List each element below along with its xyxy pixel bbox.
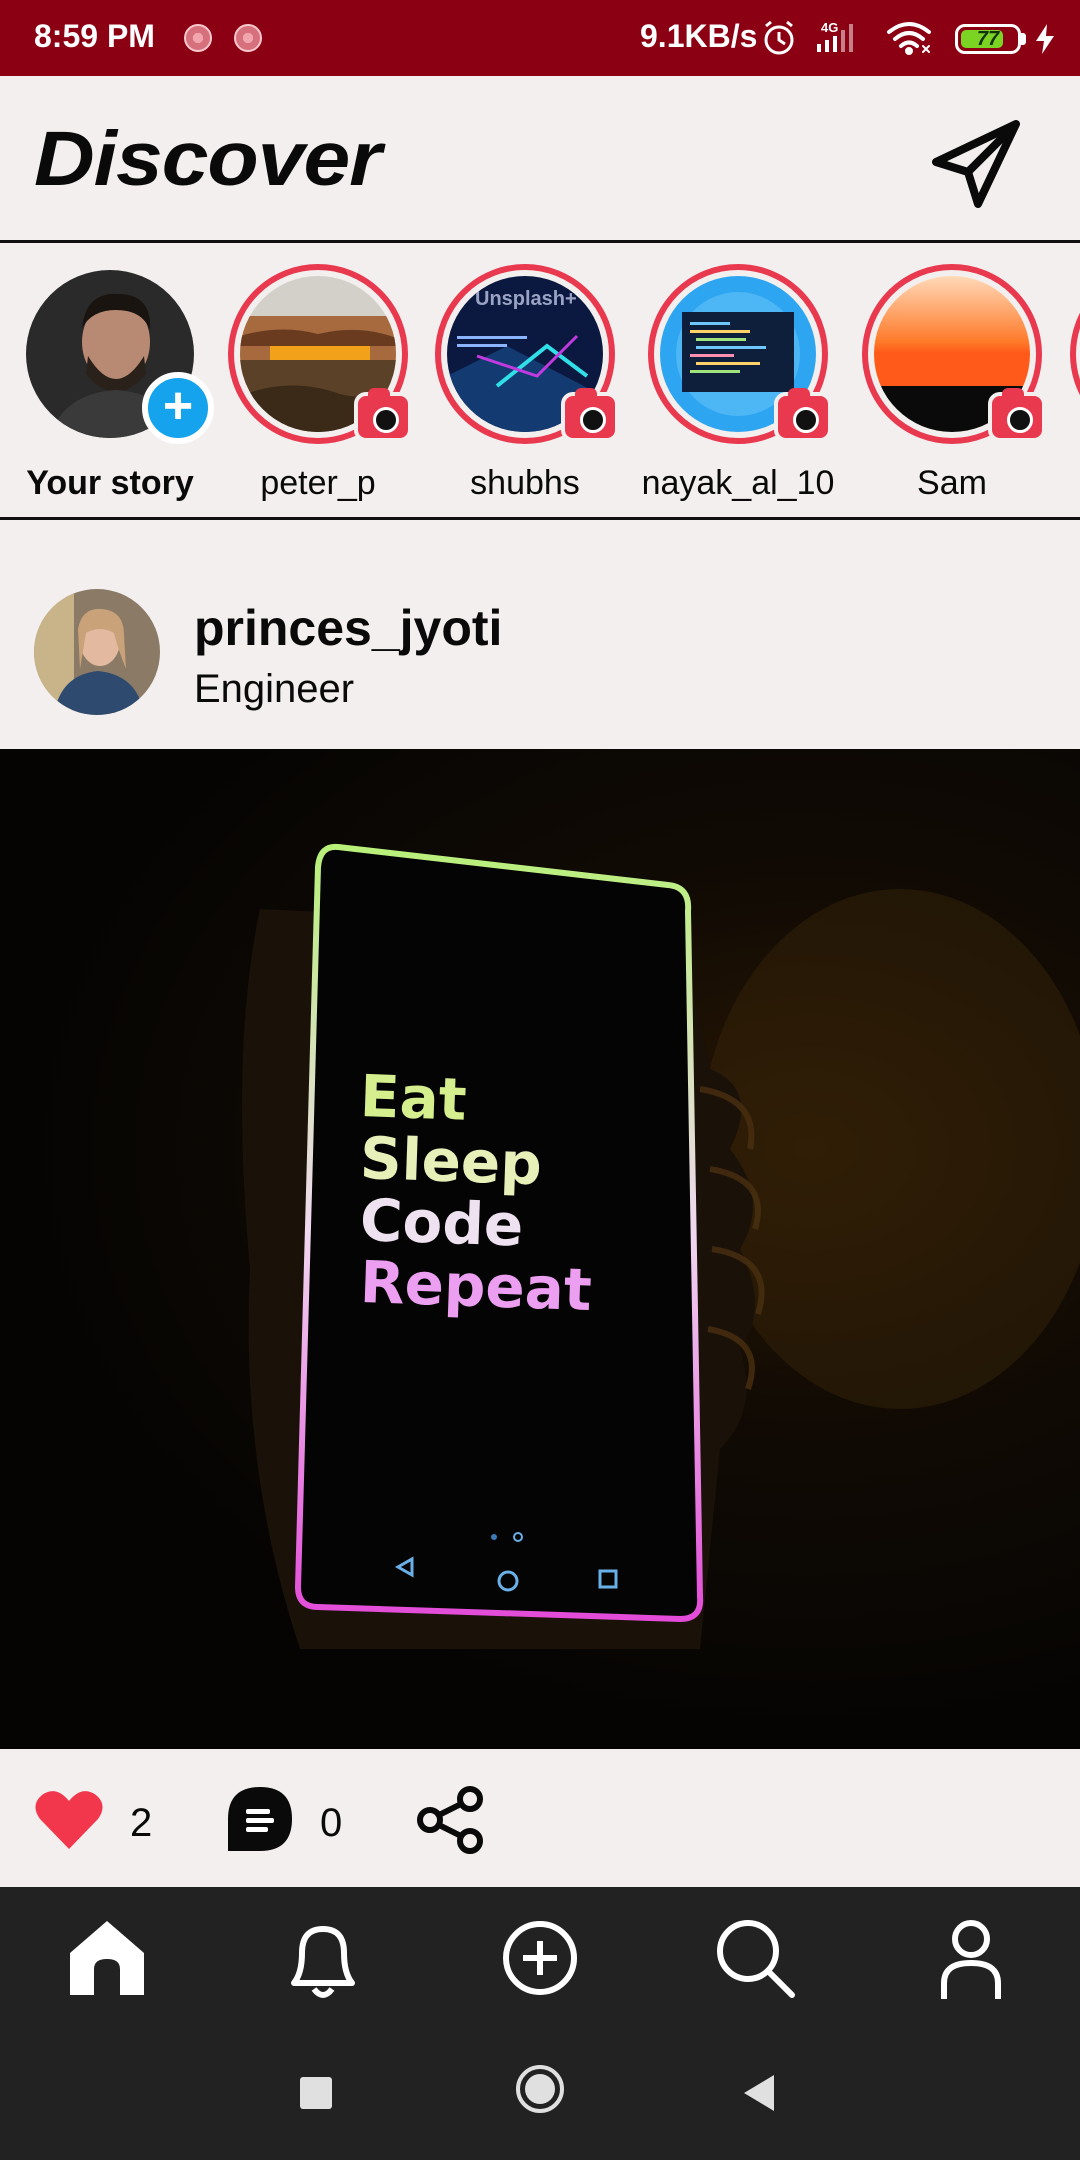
share-icon — [417, 1786, 483, 1854]
signal-icon: 4G — [817, 20, 853, 52]
like-count: 2 — [130, 1801, 153, 1845]
comment-button[interactable] — [226, 1785, 294, 1853]
search-icon — [717, 1920, 795, 1998]
add-story-button[interactable]: + — [142, 372, 214, 444]
page-title: Discover — [34, 114, 382, 202]
story-shubhs[interactable]: Unsplash+ shubhs — [435, 264, 625, 504]
bell-icon — [291, 1926, 355, 1998]
post-image-text: Eat Sleep Code Repeat — [359, 1062, 593, 1324]
status-bar: 8:59 PM 9.1KB/s 4G 77 — [0, 0, 1080, 76]
story-name: peter_p — [260, 464, 376, 502]
camera-icon — [988, 388, 1046, 442]
story-sam[interactable]: Sam — [862, 264, 1052, 504]
battery-icon: 77 — [955, 24, 1021, 54]
system-nav — [0, 2027, 1080, 2160]
story-name: Sam — [917, 464, 987, 502]
story-name: shubhs — [470, 464, 580, 502]
nav-profile-button[interactable] — [926, 1913, 1016, 2003]
post-header: princes_jyoti Engineer — [0, 523, 1080, 749]
nav-search-button[interactable] — [710, 1913, 800, 2003]
battery-tip — [1021, 33, 1026, 45]
post-subtitle: Engineer — [194, 667, 355, 711]
comment-count: 0 — [320, 1801, 343, 1845]
recents-icon[interactable] — [300, 2077, 332, 2109]
story-watermark: Unsplash+ — [475, 288, 577, 310]
paper-plane-icon — [932, 120, 1020, 208]
home-circle-icon[interactable] — [514, 2063, 566, 2115]
nav-home-button[interactable] — [62, 1913, 152, 2003]
app-header: Discover — [0, 76, 1080, 243]
status-time: 8:59 PM — [34, 18, 155, 54]
share-button[interactable] — [416, 1785, 486, 1855]
add-circle-icon — [503, 1921, 577, 1995]
alarm-icon — [764, 20, 794, 55]
charging-icon — [1036, 24, 1054, 54]
story-your-story[interactable]: + Your story — [20, 264, 214, 504]
svg-text:4G: 4G — [821, 20, 838, 35]
post-username[interactable]: princes_jyoti — [194, 599, 502, 657]
status-icons: 4G — [764, 20, 931, 55]
post-actions: 2 0 — [0, 1749, 1080, 1887]
heart-icon — [35, 1791, 103, 1849]
back-icon[interactable] — [742, 2073, 776, 2113]
network-speed: 9.1KB/s — [640, 18, 758, 54]
bottom-nav — [0, 1887, 1080, 2027]
profile-icon — [941, 1920, 1001, 1999]
wifi-icon — [887, 22, 931, 55]
like-button[interactable] — [34, 1789, 104, 1851]
camera-icon — [354, 388, 412, 442]
camera-icon — [774, 388, 832, 442]
stories-bar[interactable]: + Your story peter_p Unsplash+ shubhs na… — [0, 246, 1080, 520]
story-peter-p[interactable]: peter_p — [228, 264, 418, 504]
story-name: nayak_al_10 — [641, 464, 835, 502]
notification-icon — [184, 24, 212, 52]
send-button[interactable] — [928, 116, 1024, 212]
story-nayak-al-10[interactable]: nayak_al_10 — [642, 264, 838, 504]
post-image[interactable]: Eat Sleep Code Repeat — [0, 749, 1080, 1749]
battery-level: 77 — [976, 28, 1000, 50]
comment-icon — [228, 1787, 292, 1851]
story-avatar[interactable] — [1070, 264, 1080, 444]
home-icon — [70, 1921, 144, 1995]
image-text-line: Repeat — [358, 1247, 593, 1325]
notification-icon — [234, 24, 262, 52]
camera-icon — [561, 388, 619, 442]
nav-add-button[interactable] — [495, 1913, 585, 2003]
nav-notifications-button[interactable] — [278, 1913, 368, 2003]
story-name: Your story — [26, 464, 194, 502]
post-avatar[interactable] — [34, 589, 160, 715]
